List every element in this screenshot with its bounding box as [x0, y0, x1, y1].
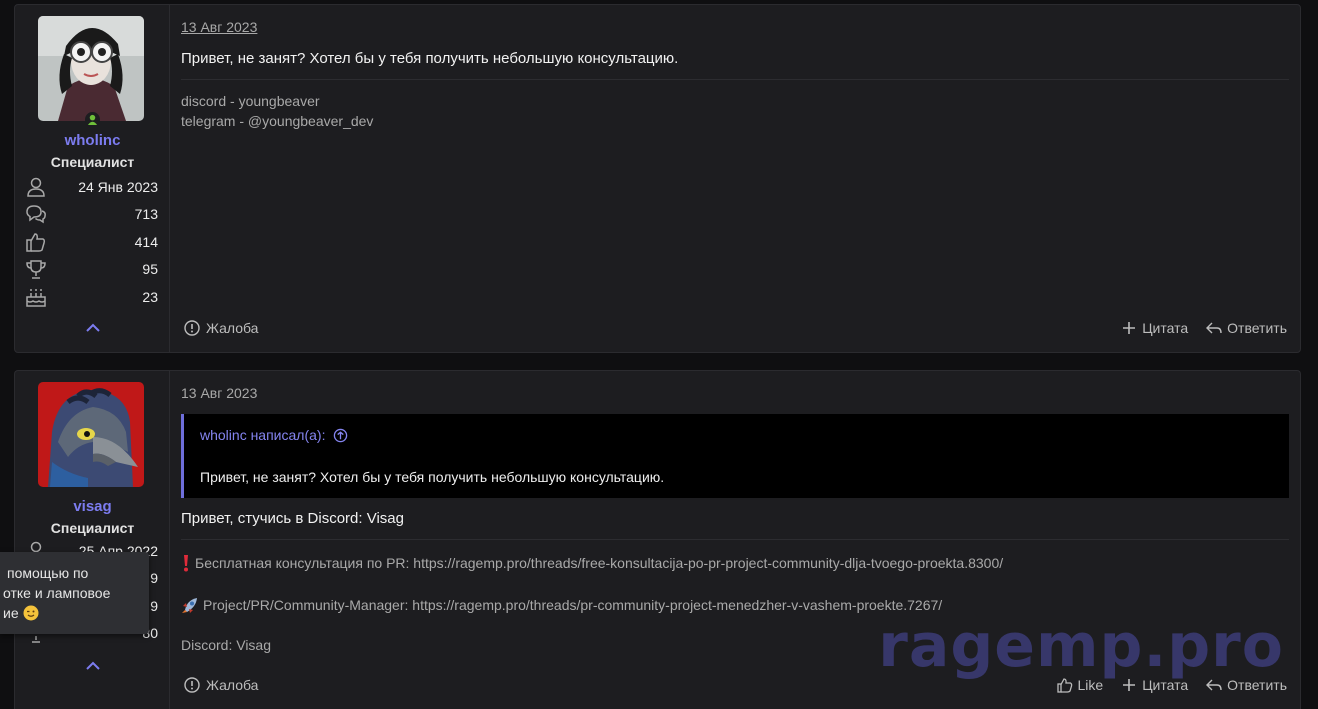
signature-divider: [181, 539, 1289, 540]
exclamation-icon: [184, 555, 188, 572]
reply-icon: [1206, 322, 1222, 334]
quote-block: wholinc написал(а): Привет, не занят? Хо…: [181, 414, 1289, 498]
user-title: Специалист: [50, 520, 135, 536]
alert-circle-icon: [184, 320, 200, 336]
message-body: 13 Авг 2023 wholinc написал(а): Привет, …: [170, 371, 1300, 709]
post-date-link[interactable]: 13 Авг 2023: [181, 385, 257, 401]
report-label: Жалоба: [206, 320, 259, 336]
stat-value: 9: [150, 570, 158, 587]
tooltip-popup: помощью по отке и ламповое ие: [0, 552, 149, 634]
signature-text[interactable]: Бесплатная консультация по PR: https://r…: [195, 553, 1003, 573]
signature: discord - youngbeaver telegram - @youngb…: [181, 91, 373, 131]
arrow-up-circle-icon[interactable]: [333, 428, 348, 443]
quote-button[interactable]: Цитата: [1121, 320, 1188, 336]
reply-label: Ответить: [1227, 320, 1287, 336]
watermark: ragemp.pro: [878, 611, 1284, 681]
quote-label: Цитата: [1142, 677, 1189, 693]
post-actions: Like Цитата Ответить: [1056, 677, 1287, 693]
reply-label: Ответить: [1227, 677, 1287, 693]
stat-value: 414: [134, 233, 158, 250]
message-post: wholinc Специалист 24 Янв 2023 713 414 9…: [14, 4, 1301, 353]
stat-age: 23: [15, 283, 170, 311]
signature-line: discord - youngbeaver: [181, 93, 320, 109]
message-post: visag Специалист 25 Апр 2022 9 9 80 13 А…: [14, 370, 1301, 709]
reply-button[interactable]: Ответить: [1206, 320, 1287, 336]
birthday-cake-icon: [26, 288, 46, 307]
message-body: 13 Авг 2023 Привет, не занят? Хотел бы у…: [170, 5, 1300, 352]
tooltip-line: ие: [3, 603, 149, 623]
thumbs-up-icon: [26, 232, 46, 252]
quote-header[interactable]: wholinc написал(а):: [200, 427, 348, 443]
message-text: Привет, не занят? Хотел бы у тебя получи…: [181, 50, 679, 67]
user-panel: visag Специалист 25 Апр 2022 9 9 80: [15, 371, 170, 709]
stat-points: 95: [15, 256, 170, 284]
quote-label: Цитата: [1142, 320, 1189, 336]
like-button[interactable]: Like: [1056, 677, 1104, 693]
stat-value: 95: [142, 261, 158, 278]
alert-circle-icon: [184, 677, 200, 693]
post-actions: Цитата Ответить: [1121, 320, 1287, 336]
user-stats: 24 Янв 2023 713 414 95 23: [15, 173, 170, 311]
user-icon: [27, 177, 45, 197]
reply-button[interactable]: Ответить: [1206, 677, 1287, 693]
tooltip-line: помощью по: [7, 565, 89, 581]
report-label: Жалоба: [206, 677, 259, 693]
post-date-link[interactable]: 13 Авг 2023: [181, 19, 257, 35]
signature-line: Бесплатная консультация по PR: https://r…: [181, 553, 1281, 573]
avatar[interactable]: [38, 16, 144, 121]
winking-face-icon: [23, 605, 39, 621]
username-link[interactable]: visag: [15, 498, 170, 515]
stat-reactions: 414: [15, 228, 170, 256]
stat-value: 24 Янв 2023: [78, 178, 158, 195]
like-label: Like: [1077, 677, 1104, 693]
stat-value: 713: [134, 206, 158, 223]
plus-icon: [1123, 322, 1136, 334]
tooltip-text: ие: [3, 605, 19, 621]
username-link[interactable]: wholinc: [15, 132, 170, 149]
plus-icon: [1123, 679, 1136, 691]
stat-joined: 24 Янв 2023: [15, 173, 170, 201]
online-status-icon: [85, 112, 100, 127]
quote-author[interactable]: wholinc написал(а):: [200, 427, 325, 443]
signature-text[interactable]: Project/PR/Community-Manager: https://ra…: [203, 595, 942, 615]
report-button[interactable]: Жалоба: [184, 320, 258, 336]
message-text: Привет, стучись в Discord: Visag: [181, 510, 404, 527]
thumbs-up-icon: [1056, 678, 1072, 693]
trophy-icon: [26, 260, 46, 279]
stat-value: 23: [142, 288, 158, 305]
user-title: Специалист: [50, 154, 135, 170]
collapse-chevron-up-icon[interactable]: [15, 321, 170, 336]
rocket-icon: [182, 598, 197, 613]
collapse-chevron-up-icon[interactable]: [15, 659, 170, 674]
reply-icon: [1206, 679, 1222, 691]
avatar[interactable]: [38, 382, 144, 487]
quote-button[interactable]: Цитата: [1121, 677, 1188, 693]
comments-icon: [26, 205, 46, 224]
report-button[interactable]: Жалоба: [184, 677, 258, 693]
signature-divider: [181, 79, 1289, 80]
user-panel: wholinc Специалист 24 Янв 2023 713 414 9…: [15, 5, 170, 352]
stat-value: 9: [150, 597, 158, 614]
stat-messages: 713: [15, 201, 170, 229]
tooltip-line: отке и ламповое: [3, 585, 111, 601]
quote-text: Привет, не занят? Хотел бы у тебя получи…: [200, 469, 665, 485]
signature-line: telegram - @youngbeaver_dev: [181, 113, 374, 129]
